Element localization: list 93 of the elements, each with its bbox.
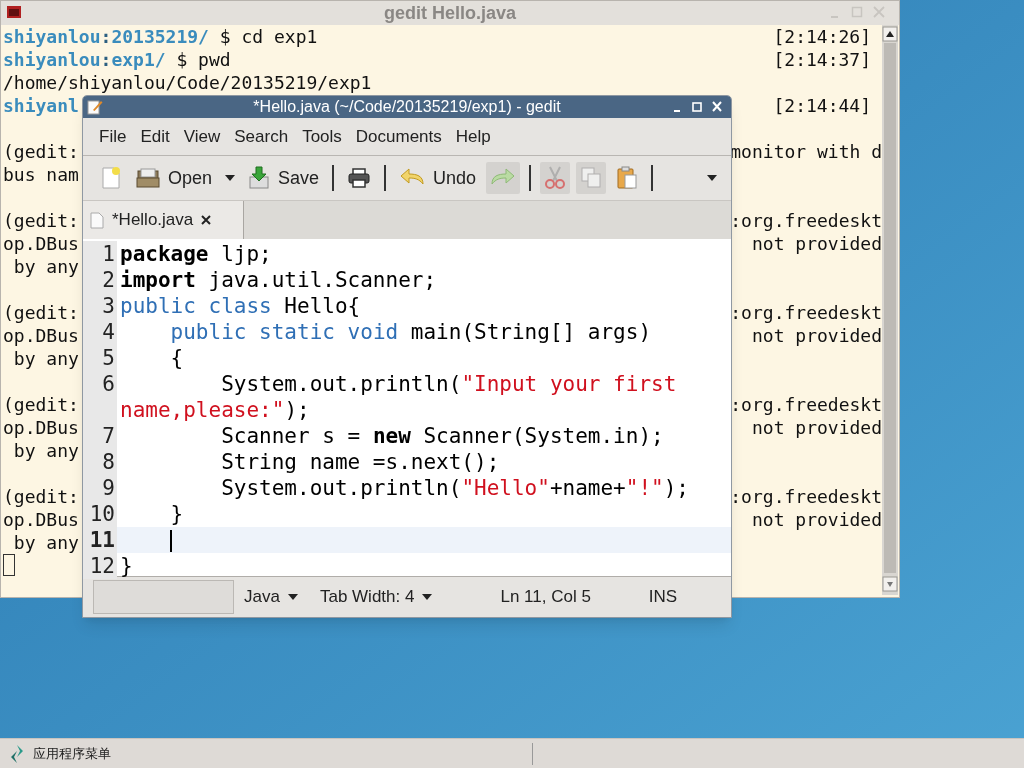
line-number: 6 [83,371,117,423]
terminal-output: :org.freedeskt [730,301,882,324]
toolbar-button[interactable]: Save [244,162,324,194]
document-icon [90,211,104,229]
terminal-output: op.DBus [3,324,79,347]
line-number: 8 [83,449,117,475]
line-number: 9 [83,475,117,501]
tab-label: *Hello.java [112,209,194,232]
close-icon[interactable] [201,215,212,225]
terminal-output: op.DBus [3,232,79,255]
app-menu-label[interactable]: 应用程序菜单 [33,743,111,764]
terminal-output: (gedit: [3,140,79,163]
timestamp: [2:14:26] [773,25,872,48]
prompt-line: shiyanlou:20135219/ $ cd exp1 [3,25,318,48]
printer-icon [347,167,372,189]
terminal-output: monitor with d [730,140,882,163]
menu-item[interactable]: Help [448,123,498,150]
terminal-output: :org.freedeskt [730,209,882,232]
terminal-icon [7,6,21,18]
menu-item[interactable]: Tools [295,123,349,150]
line-number: 5 [83,345,117,371]
new-document-icon [100,166,122,190]
menu-item[interactable]: File [92,123,134,150]
code-line: System.out.println("Input your first name,please:"); [119,371,678,423]
status-dropdown[interactable]: Tab Width: 4 [319,584,433,610]
timestamp: [2:14:44] [773,94,872,117]
terminal-output: :org.freedeskt [730,393,882,416]
toolbar-button[interactable]: Open [132,162,217,194]
caret-icon [422,594,433,600]
line-number: 10 [83,501,117,527]
save-icon [248,166,271,190]
clipboard-icon [616,166,639,190]
maximize-icon[interactable] [691,100,703,114]
terminal-output: (gedit: [3,485,79,508]
prompt-line: shiyanlou:exp1/ $ pwd [3,48,231,71]
terminal-output: :org.freedeskt [730,485,882,508]
scissors-icon [544,166,567,190]
code-line: public static void main(String[] args) [169,319,653,345]
caret-icon [707,175,717,181]
window-title: *Hello.java (~/Code/20135219/exp1) - gedit [253,98,561,115]
code-line: package ljp; [119,241,273,267]
menu-item[interactable]: View [176,123,228,150]
code-line: public class Hello{ [119,293,362,319]
terminal-output: by any [12,531,79,554]
code-line: } [119,553,134,579]
close-icon[interactable] [711,100,723,114]
terminal-output: not provided [751,508,882,531]
scrollbar[interactable] [882,25,898,595]
terminal-output: by any [12,439,79,462]
terminal-output: op.DBus [3,508,79,531]
line-number: 1 [83,241,117,267]
code-line: Scanner s = new Scanner(System.in); [220,423,665,449]
terminal-output: not provided [751,416,882,439]
line-number: 7 [83,423,117,449]
timestamp: [2:14:37] [773,48,872,71]
folder-icon [136,167,160,189]
copy-icon [580,166,603,190]
insert-mode: INS [648,586,678,609]
caret-icon [225,175,236,181]
terminal-output: op.DBus [3,416,79,439]
line-number: 2 [83,267,117,293]
document-tab[interactable]: *Hello.java [83,201,244,239]
line-number: 12 [83,553,117,579]
window-title: gedit Hello.java [383,2,516,23]
cursor-position: Ln 11, Col 5 [500,586,591,609]
terminal-output: not provided [751,232,882,255]
terminal-output: (gedit: [3,393,79,416]
terminal-output: by any [12,347,79,370]
prompt-line: shiyanl [3,94,79,117]
toolbar-button[interactable]: Undo [395,162,481,194]
text-cursor [170,530,172,552]
menu-item[interactable]: Search [227,123,296,150]
line-number: 4 [83,319,117,345]
terminal-output: by any [12,255,79,278]
terminal-output: bus nam [3,163,79,186]
line-number: 3 [83,293,117,319]
code-line: import java.util.Scanner; [119,267,438,293]
text-editor-icon [87,99,103,115]
menu-item[interactable]: Edit [133,123,177,150]
code-line: System.out.println("Hello"+name+"!"); [220,475,690,501]
terminal-output: (gedit: [3,301,79,324]
caret-icon [287,594,298,600]
app-menu-icon[interactable] [10,744,24,763]
terminal-output: not provided [751,324,882,347]
line-number: 11 [83,527,117,553]
code-line: String name =s.next(); [220,449,501,475]
terminal-output: (gedit: [3,209,79,232]
code-line: } [169,501,185,527]
code-line: { [169,345,185,371]
menu-item[interactable]: Documents [348,123,449,150]
terminal-output: /home/shiyanlou/Code/20135219/exp1 [3,71,372,94]
terminal-cursor [3,554,15,576]
status-dropdown[interactable]: Java [244,584,298,610]
